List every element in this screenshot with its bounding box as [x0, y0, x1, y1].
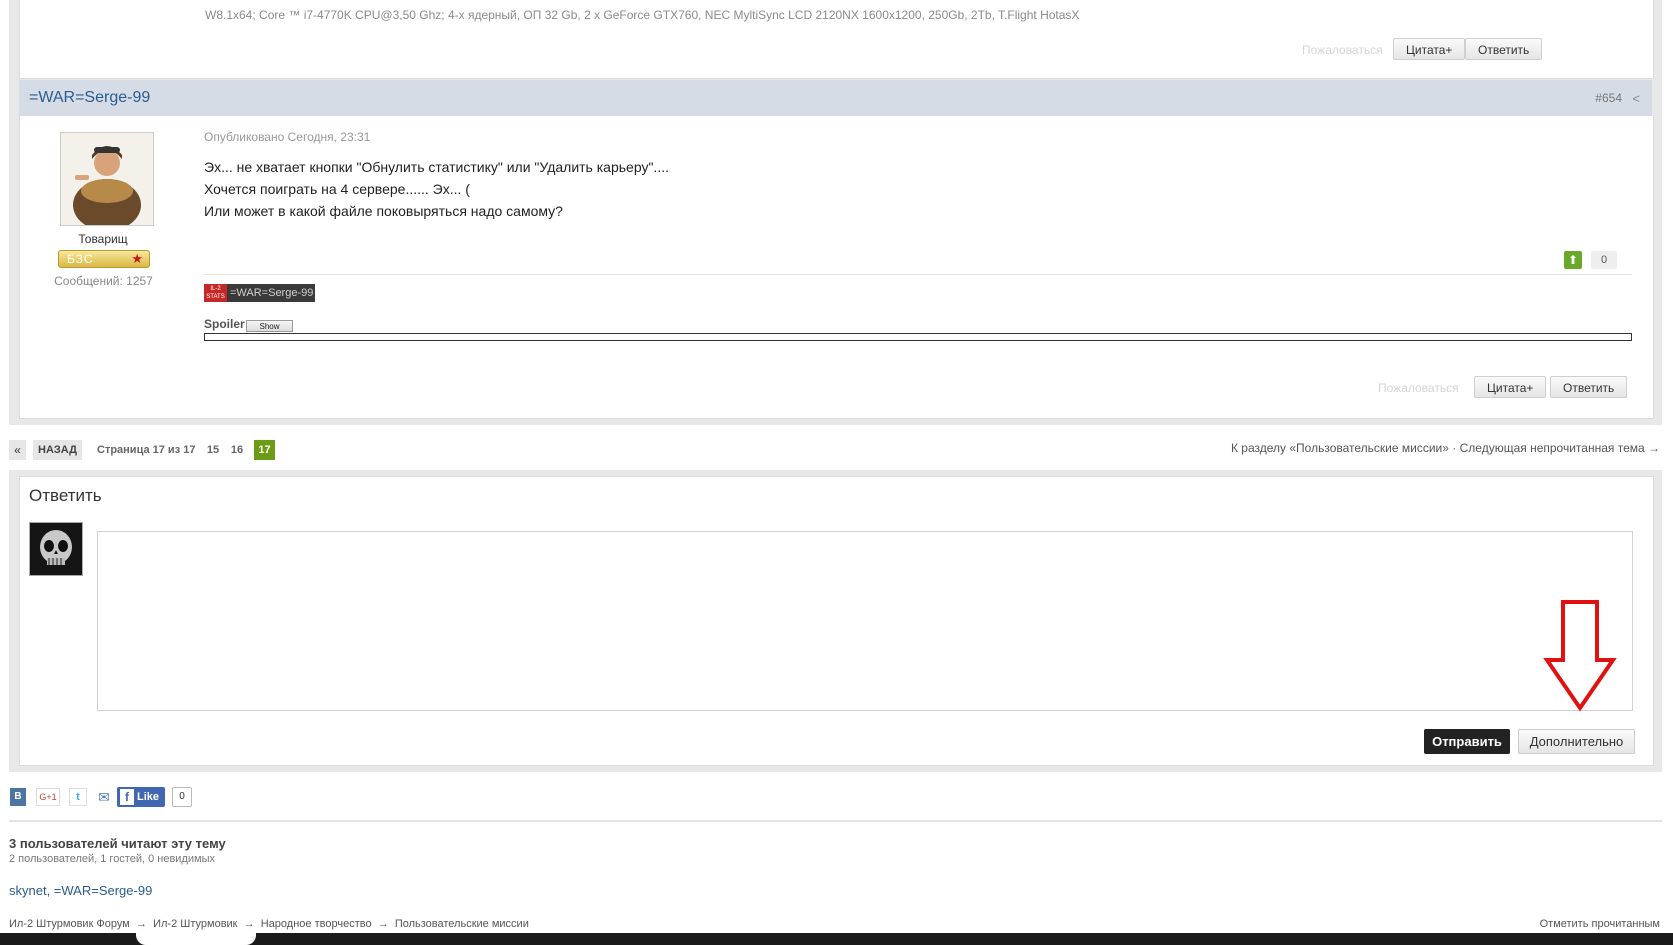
breadcrumb-item[interactable]: Ил-2 Штурмовик [153, 918, 237, 930]
vk-share-icon[interactable]: В [10, 788, 26, 806]
footer-bar [0, 933, 1673, 945]
pagination-page[interactable]: 15 [205, 440, 221, 460]
reply-button[interactable]: Ответить [1550, 376, 1628, 398]
pagination-info: Страница 17 из 17 [97, 444, 196, 456]
post-text: Эх... не хватает кнопки "Обнулить статис… [204, 156, 669, 222]
back-to-section-link[interactable]: К разделу «Пользовательские миссии» [1231, 441, 1449, 455]
section-divider [9, 820, 1662, 822]
stats-banner[interactable]: IL-2 STATS =WAR=Serge-99 [204, 284, 315, 302]
rank-title: Товарищ [78, 232, 128, 246]
readers-title: 3 пользователей читают эту тему [9, 836, 226, 851]
pagination-prev[interactable]: « [9, 440, 26, 460]
post-number[interactable]: #654 [1595, 91, 1622, 105]
red-arrow-annotation [1543, 600, 1617, 712]
more-options-button[interactable]: Дополнительно [1518, 729, 1635, 754]
report-link[interactable]: Пожаловаться [1302, 43, 1383, 57]
twitter-share-icon[interactable]: t [69, 788, 87, 806]
upvote-button[interactable]: ⬆ [1564, 251, 1582, 269]
quote-button[interactable]: Цитата+ [1393, 38, 1466, 60]
reply-editor[interactable] [97, 531, 1633, 711]
spoiler-label: Spoiler [204, 317, 245, 331]
reputation-count: 0 [1591, 251, 1617, 269]
forum-nav: К разделу «Пользовательские миссии» · Сл… [1231, 441, 1660, 455]
breadcrumb-separator: → [135, 918, 147, 930]
star-icon: ★ [131, 251, 143, 266]
posts-count: Сообщений: 1257 [54, 274, 153, 288]
stats-nick: =WAR=Serge-99 [230, 287, 314, 299]
pagination-back-button[interactable]: НАЗАД [33, 440, 82, 460]
mark-read-link[interactable]: Отметить прочитанным [1540, 918, 1660, 930]
readers-subtitle: 2 пользователей, 1 гостей, 0 невидимых [9, 853, 215, 865]
rank-badge-label: БЗС [67, 252, 94, 266]
facebook-like-button[interactable]: f Like [117, 787, 165, 807]
breadcrumb-item[interactable]: Ил-2 Штурмовик Форум [9, 918, 130, 930]
nav-separator: · [1452, 441, 1457, 455]
google-plus-share-icon[interactable]: G+1 [36, 788, 60, 806]
reply-title: Ответить [29, 486, 102, 505]
previous-post-signature: W8.1x64; Core ™ i7-4770K CPU@3,50 Ghz; 4… [205, 8, 1080, 22]
report-link[interactable]: Пожаловаться [1378, 381, 1459, 395]
spoiler-show-button[interactable]: Show [246, 320, 293, 332]
facebook-like-label: Like [137, 791, 160, 803]
spoiler-box [204, 333, 1632, 341]
facebook-like-count: 0 [172, 787, 192, 807]
il2-stats-logo: IL-2 STATS [204, 284, 227, 302]
pagination-current-page: 17 [254, 440, 275, 460]
breadcrumb: Ил-2 Штурмовик Форум → Ил-2 Штурмовик → … [9, 918, 529, 930]
post-line: Эх... не хватает кнопки "Обнулить статис… [204, 159, 669, 175]
breadcrumb-separator: → [243, 918, 255, 930]
post-header: =WAR=Serge-99 #654 < [19, 80, 1652, 116]
breadcrumb-item[interactable]: Пользовательские миссии [395, 918, 529, 930]
my-avatar [29, 522, 83, 576]
facebook-icon: f [120, 789, 134, 805]
published-date: Опубликовано Сегодня, 23:31 [204, 130, 371, 144]
post-line: Или может в какой файле поковыряться над… [204, 203, 563, 219]
post-line: Хочется поиграть на 4 сервере...... Эх..… [204, 181, 470, 197]
share-icon[interactable]: < [1632, 91, 1640, 106]
readers-list[interactable]: skynet, =WAR=Serge-99 [9, 883, 152, 898]
quote-button[interactable]: Цитата+ [1474, 376, 1547, 398]
next-unread-link[interactable]: Следующая непрочитанная тема → [1460, 441, 1660, 455]
footer-notch [136, 933, 256, 945]
post-author[interactable]: =WAR=Serge-99 [29, 89, 150, 107]
reply-button[interactable]: Ответить [1465, 38, 1543, 60]
pagination-page[interactable]: 16 [229, 440, 245, 460]
signature-divider [204, 274, 1632, 275]
rank-badge: БЗС ★ [58, 250, 150, 268]
send-button[interactable]: Отправить [1424, 729, 1510, 754]
breadcrumb-separator: → [377, 918, 389, 930]
skull-avatar-image [30, 523, 82, 575]
pilot-avatar-image [61, 133, 153, 225]
email-share-icon[interactable]: ✉ [95, 788, 113, 806]
breadcrumb-item[interactable]: Народное творчество [261, 918, 372, 930]
author-avatar[interactable] [60, 132, 154, 226]
